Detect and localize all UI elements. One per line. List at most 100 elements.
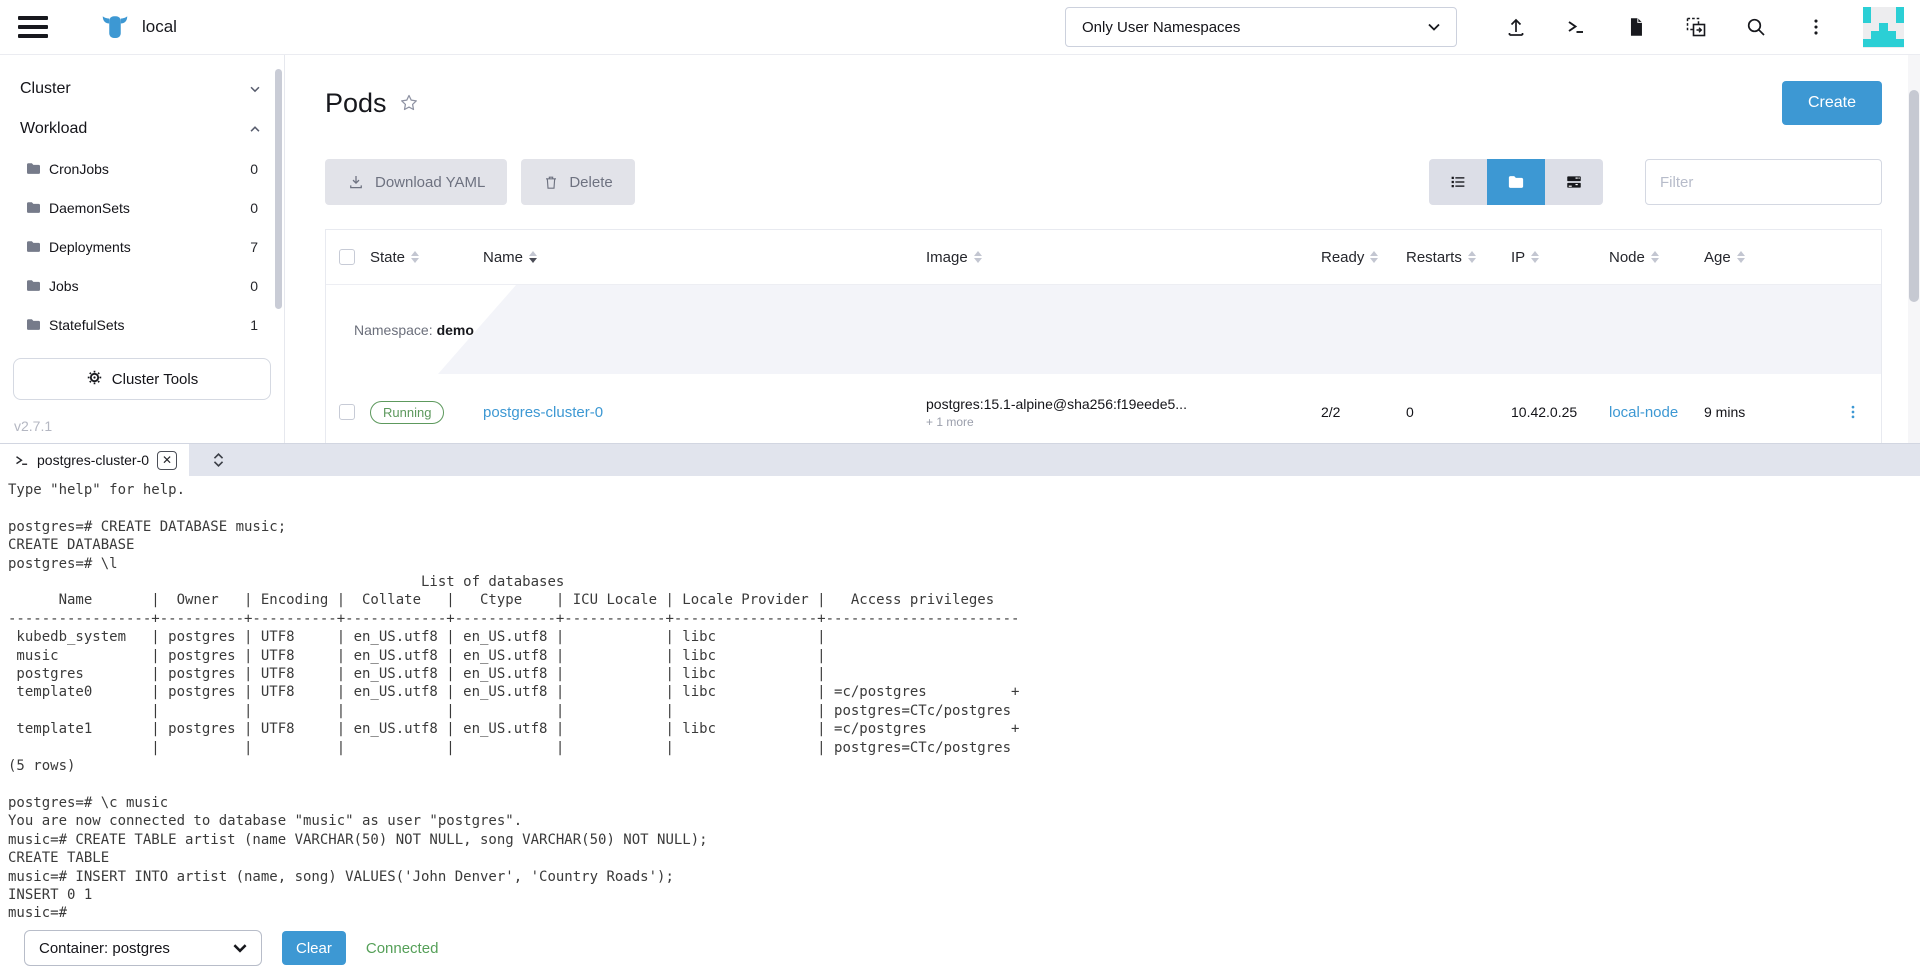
- drawer-resize-handle[interactable]: [201, 444, 235, 476]
- sidebar: Cluster Workload CronJobs 0: [0, 55, 285, 443]
- favorite-star-icon[interactable]: [399, 93, 419, 113]
- namespace-filter-select[interactable]: Only User Namespaces: [1065, 7, 1457, 47]
- namespace-group-label: Namespace:demo: [354, 322, 474, 338]
- upload-button[interactable]: [1503, 14, 1529, 40]
- version-text: v2.7.1: [14, 418, 284, 434]
- file-button[interactable]: [1623, 14, 1649, 40]
- sidebar-item-label: StatefulSets: [49, 317, 125, 333]
- kubectl-shell-button[interactable]: [1563, 14, 1589, 40]
- column-header-node[interactable]: Node: [1609, 249, 1704, 266]
- column-header-name[interactable]: Name: [483, 249, 926, 266]
- sidebar-item-count: 0: [250, 200, 258, 216]
- filter-input[interactable]: [1645, 159, 1882, 205]
- sidebar-item-daemonsets[interactable]: DaemonSets 0: [0, 188, 284, 227]
- container-select[interactable]: Container: postgres: [24, 930, 262, 966]
- table-row[interactable]: Running postgres-cluster-0 postgres:15.1…: [326, 374, 1881, 443]
- menu-icon[interactable]: [18, 16, 48, 38]
- import-button[interactable]: [1683, 14, 1709, 40]
- table-view-icon: [1564, 173, 1584, 191]
- shell-icon: [14, 453, 29, 468]
- chevron-down-icon: [1426, 19, 1442, 35]
- sort-icon: [1531, 251, 1539, 263]
- sidebar-item-label: CronJobs: [49, 161, 109, 177]
- row-checkbox[interactable]: [339, 404, 355, 420]
- top-bar: local Only User Namespaces: [0, 0, 1920, 55]
- chevron-down-icon: [231, 939, 249, 957]
- cluster-tools-button[interactable]: Cluster Tools: [13, 358, 271, 400]
- folder-view-icon: [1506, 173, 1526, 191]
- list-view-button[interactable]: [1429, 159, 1487, 205]
- file-icon: [1625, 15, 1647, 39]
- actions-row: Download YAML Delete: [325, 159, 1882, 205]
- clear-button[interactable]: Clear: [282, 931, 346, 965]
- content-area: Cluster Workload CronJobs 0: [0, 55, 1920, 443]
- column-header-age[interactable]: Age: [1704, 249, 1824, 266]
- row-actions-button[interactable]: [1824, 402, 1881, 422]
- rancher-logo-icon: [100, 12, 130, 42]
- column-header-restarts[interactable]: Restarts: [1406, 249, 1511, 266]
- shell-tab-bar: postgres-cluster-0 ✕: [0, 443, 1920, 476]
- sidebar-item-count: 0: [250, 161, 258, 177]
- import-icon: [1684, 15, 1708, 39]
- gear-icon: [86, 369, 103, 390]
- table-view-button[interactable]: [1545, 159, 1603, 205]
- download-yaml-button[interactable]: Download YAML: [325, 159, 507, 205]
- user-menu-button[interactable]: [1803, 14, 1829, 40]
- terminal-output: Type "help" for help. postgres=# CREATE …: [8, 481, 1920, 923]
- column-header-ready[interactable]: Ready: [1321, 249, 1406, 266]
- shell-footer: Container: postgres Clear Connected: [0, 924, 1920, 972]
- image-text: postgres:15.1-alpine@sha256:f19eede5...: [926, 396, 1321, 412]
- search-button[interactable]: [1743, 14, 1769, 40]
- sidebar-item-cronjobs[interactable]: CronJobs 0: [0, 149, 284, 188]
- delete-button[interactable]: Delete: [521, 159, 634, 205]
- sort-icon: [974, 251, 982, 263]
- page-title: Pods: [325, 88, 387, 119]
- brand[interactable]: local: [100, 12, 177, 42]
- age-cell: 9 mins: [1704, 404, 1824, 420]
- terminal-output-area[interactable]: Type "help" for help. postgres=# CREATE …: [0, 476, 1920, 924]
- kebab-icon: [1805, 15, 1827, 39]
- sidebar-item-jobs[interactable]: Jobs 0: [0, 266, 284, 305]
- sidebar-scrollbar[interactable]: [275, 69, 282, 309]
- container-select-value: Container: postgres: [39, 940, 170, 957]
- folder-icon: [26, 201, 41, 214]
- namespace-filter-value: Only User Namespaces: [1082, 19, 1240, 36]
- chevron-down-icon: [248, 82, 262, 96]
- sidebar-group-cluster[interactable]: Cluster: [0, 69, 284, 109]
- status-badge: Running: [370, 401, 444, 424]
- folder-view-button[interactable]: [1487, 159, 1545, 205]
- sidebar-group-label: Cluster: [20, 80, 71, 98]
- scrollbar-thumb[interactable]: [1909, 90, 1919, 302]
- close-icon[interactable]: ✕: [157, 451, 177, 470]
- rancher-app: local Only User Namespaces: [0, 0, 1920, 972]
- pod-name-link[interactable]: postgres-cluster-0: [483, 404, 603, 421]
- column-header-ip[interactable]: IP: [1511, 249, 1609, 266]
- list-view-icon: [1448, 173, 1468, 191]
- node-link[interactable]: local-node: [1609, 404, 1678, 421]
- ready-cell: 2/2: [1321, 404, 1406, 420]
- select-all-checkbox[interactable]: [339, 249, 355, 265]
- pods-table: State Name Image Ready: [325, 229, 1882, 443]
- sidebar-item-deployments[interactable]: Deployments 7: [0, 227, 284, 266]
- create-button[interactable]: Create: [1782, 81, 1882, 125]
- table-header-row: State Name Image Ready: [326, 230, 1881, 285]
- ip-cell: 10.42.0.25: [1511, 404, 1609, 420]
- main-panel: Pods Create Download YAML: [285, 55, 1920, 443]
- sidebar-item-count: 0: [250, 278, 258, 294]
- trash-icon: [543, 174, 559, 191]
- sidebar-group-workload[interactable]: Workload: [0, 109, 284, 149]
- sort-icon: [1737, 251, 1745, 263]
- avatar[interactable]: [1863, 7, 1904, 48]
- title-row: Pods Create: [325, 81, 1882, 125]
- namespace-group-row: Namespace:demo: [326, 285, 1881, 374]
- sort-icon: [529, 251, 537, 263]
- sidebar-item-statefulsets[interactable]: StatefulSets 1: [0, 305, 284, 344]
- column-header-image[interactable]: Image: [926, 249, 1321, 266]
- column-header-state[interactable]: State: [370, 249, 483, 266]
- sort-icon: [1468, 251, 1476, 263]
- sidebar-group-label: Workload: [20, 120, 87, 138]
- sort-icon: [1651, 251, 1659, 263]
- view-mode-toggle: [1429, 159, 1603, 205]
- sidebar-item-count: 1: [250, 317, 258, 333]
- shell-tab[interactable]: postgres-cluster-0 ✕: [0, 444, 189, 476]
